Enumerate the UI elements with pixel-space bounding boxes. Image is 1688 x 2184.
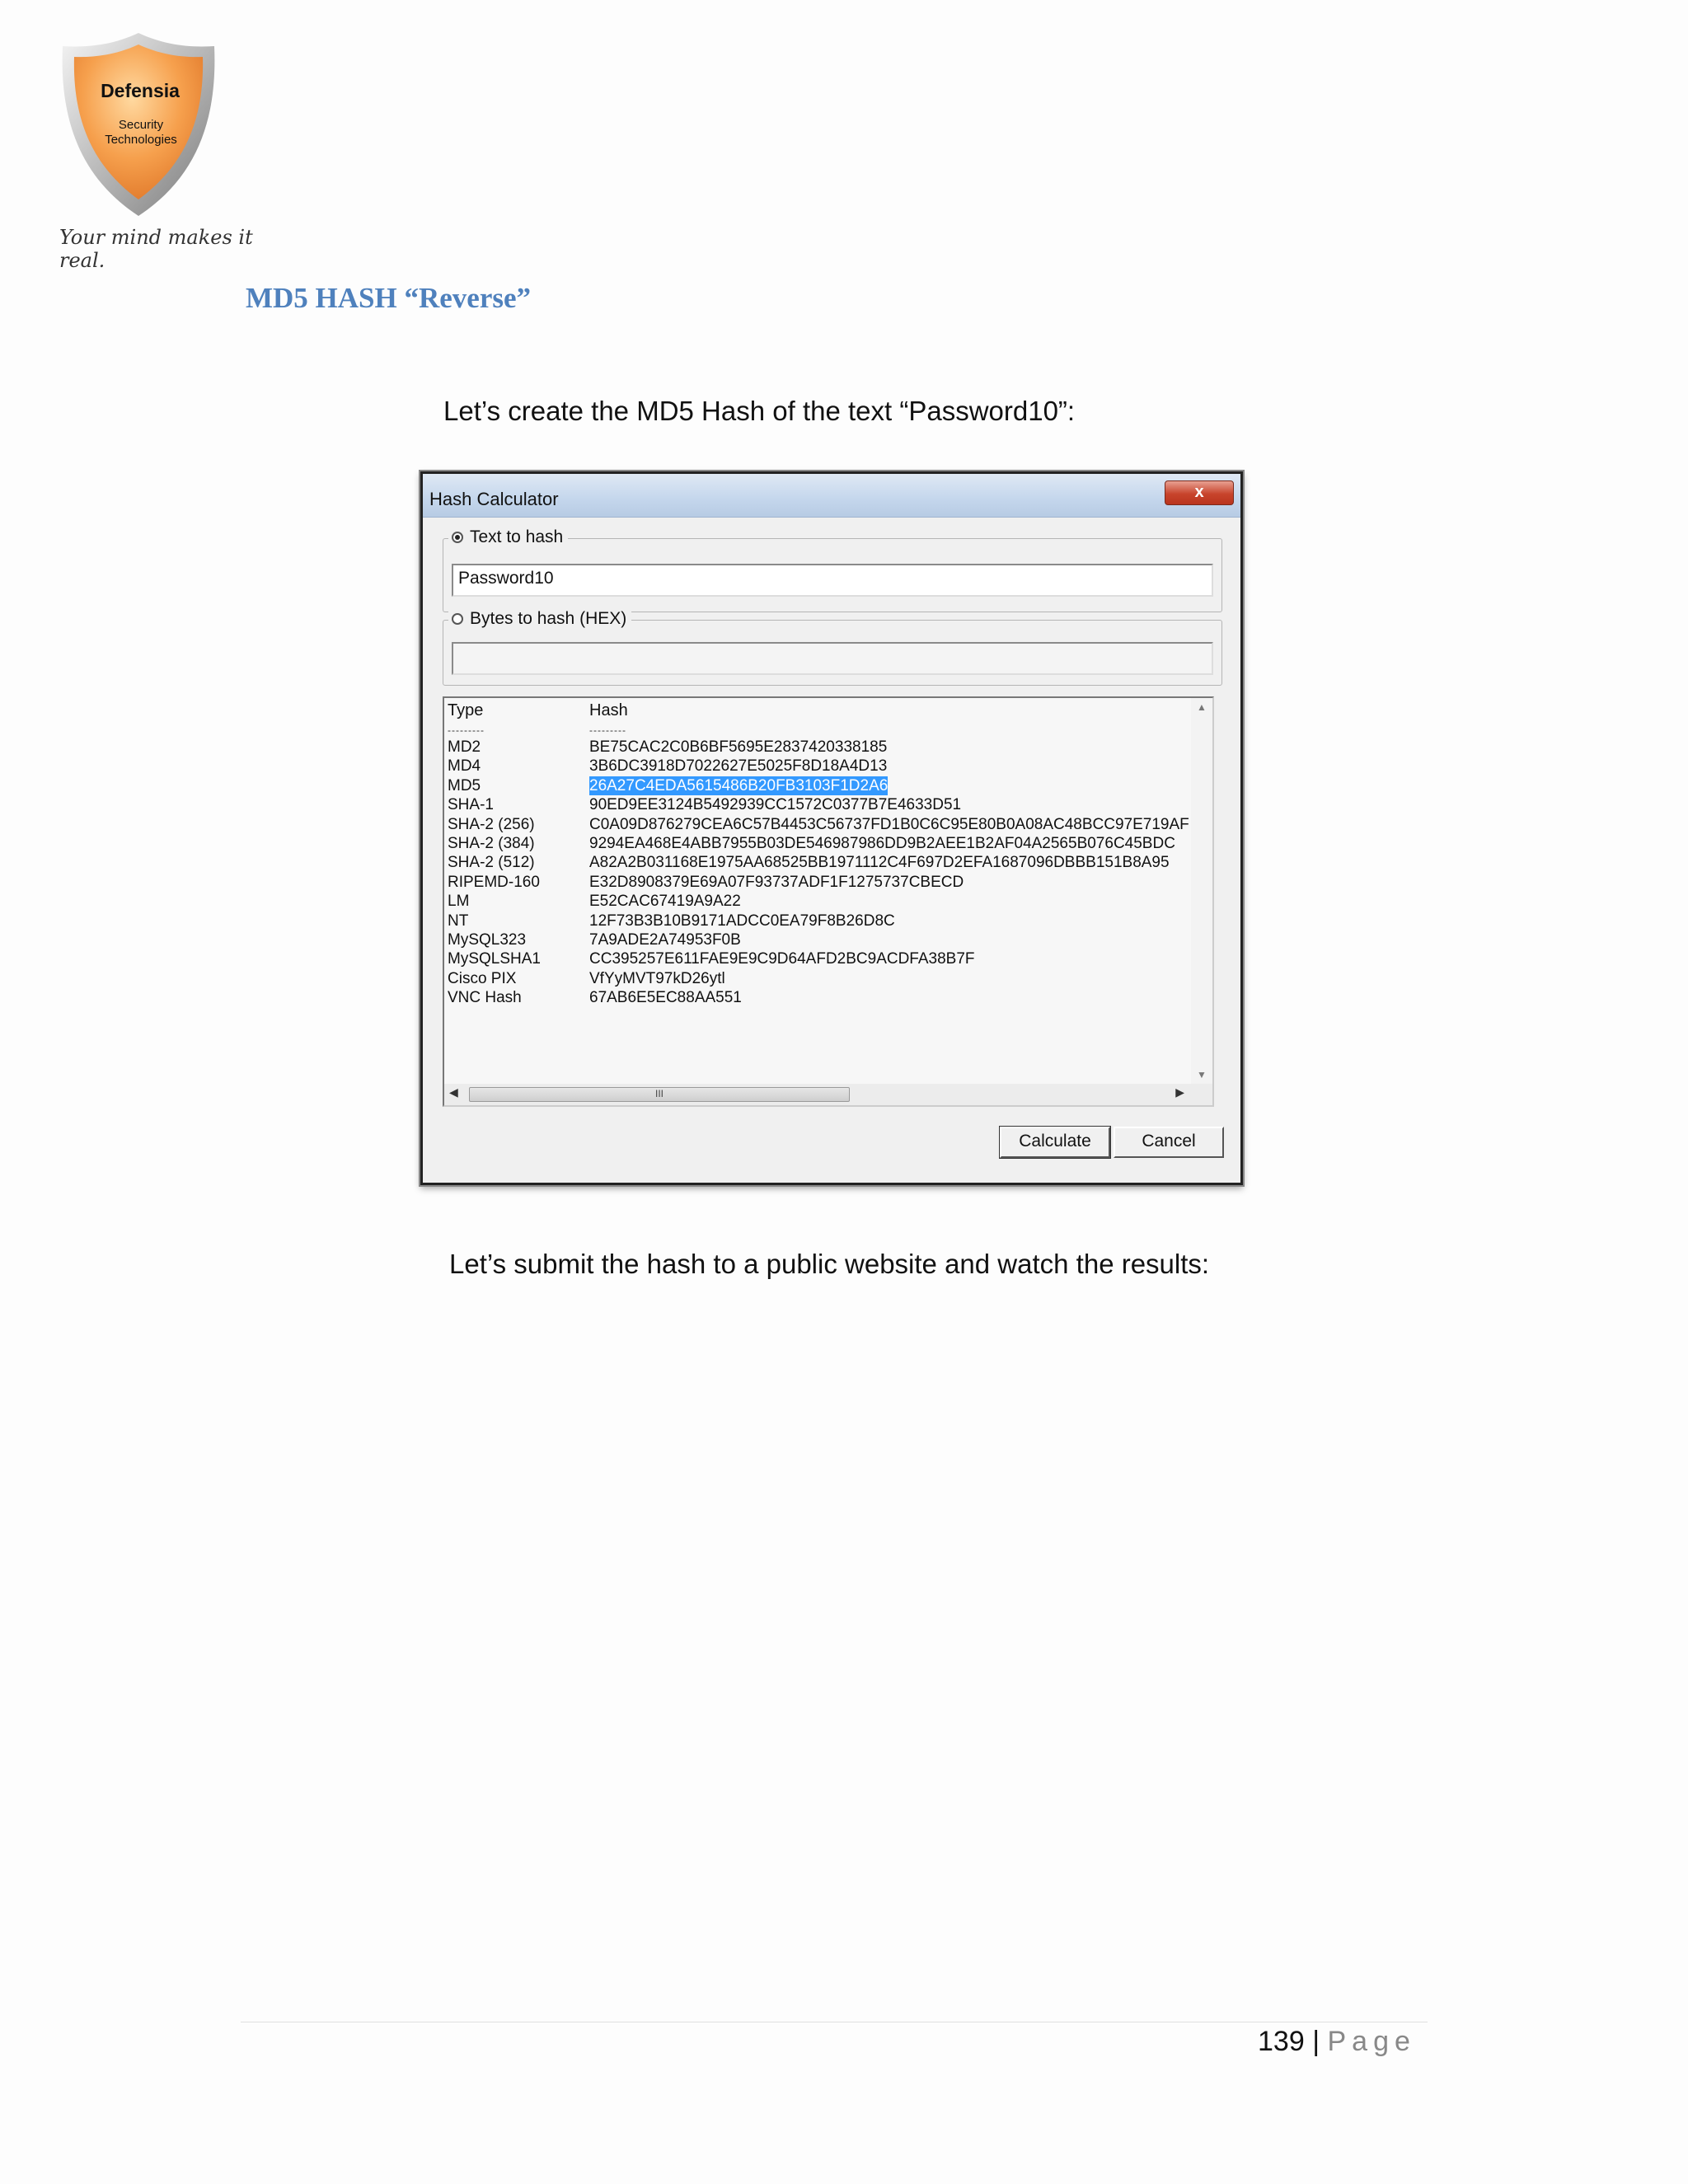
table-row[interactable]: VNC Hash 67AB6E5EC88AA551 — [448, 988, 1188, 1007]
page-number: 139 | Page — [1258, 2026, 1416, 2058]
text-to-hash-option[interactable]: Text to hash — [448, 527, 569, 547]
bytes-to-hash-group: Bytes to hash (HEX) — [443, 609, 1222, 686]
page-number-value: 139 — [1258, 2026, 1305, 2057]
table-row[interactable]: MySQLSHA1 CC395257E611FAE9E9C9D64AFD2BC9A… — [448, 949, 1188, 968]
hash-value-cell[interactable]: A82A2B031168E1975AA68525BB1971112C4F697D… — [589, 853, 1170, 872]
table-row[interactable]: MD2 BE75CAC2C0B6BF5695E2837420338185 — [448, 738, 1188, 757]
hash-type-cell: MySQL323 — [448, 930, 527, 949]
close-icon: x — [1194, 483, 1204, 501]
page-number-separator: | — [1312, 2026, 1320, 2057]
hash-value-cell[interactable]: VfYyMVT97kD26ytl — [589, 969, 725, 988]
hash-type-cell: SHA-2 (256) — [448, 815, 535, 833]
hash-type-cell: MD5 — [448, 776, 481, 794]
separator-type: --------- — [448, 724, 485, 736]
close-button[interactable]: x — [1165, 480, 1234, 505]
text-to-hash-input[interactable]: Password10 — [452, 564, 1213, 597]
hash-calculator-dialog: Hash Calculator x Text to hash Password1… — [420, 471, 1243, 1185]
table-row[interactable]: SHA-2 (512) A82A2B031168E1975AA68525BB197… — [448, 853, 1188, 872]
scroll-right-icon[interactable]: ▶ — [1175, 1085, 1184, 1099]
hash-type-cell: SHA-1 — [448, 796, 494, 814]
hash-type-cell: SHA-2 (512) — [448, 854, 535, 872]
scroll-thumb[interactable]: III — [469, 1087, 850, 1102]
dialog-title: Hash Calculator — [429, 489, 559, 509]
table-row[interactable]: LM E52CAC67419A9A22 — [448, 892, 1188, 911]
page-word: Page — [1327, 2026, 1416, 2057]
hash-type-cell: Cisco PIX — [448, 969, 517, 987]
scroll-up-icon[interactable]: ▲ — [1191, 701, 1212, 713]
table-row[interactable]: SHA-2 (256) C0A09D876279CEA6C57B4453C5673… — [448, 815, 1189, 834]
bytes-to-hash-label: Bytes to hash (HEX) — [470, 609, 627, 628]
hash-type-cell: NT — [448, 912, 469, 930]
hash-value-cell[interactable]: 3B6DC3918D7022627E5025F8D18A4D13 — [589, 757, 887, 776]
cancel-button[interactable]: Cancel — [1114, 1127, 1224, 1158]
company-logo: Defensia Security Technologies Your mind… — [56, 30, 253, 272]
hash-value-cell[interactable]: CC395257E611FAE9E9C9D64AFD2BC9ACDFA38B7F — [589, 949, 975, 968]
column-header-type[interactable]: Type — [448, 701, 483, 720]
hash-value-cell[interactable]: 12F73B3B10B9171ADCC0EA79F8B26D8C — [589, 912, 895, 930]
hash-value-cell[interactable]: E32D8908379E69A07F93737ADF1F1275737CBECD — [589, 873, 964, 892]
vertical-scrollbar[interactable]: ▲ ▼ — [1191, 698, 1212, 1084]
hash-value-cell[interactable]: 26A27C4EDA5615486B20FB3103F1D2A6 — [589, 776, 889, 795]
bytes-to-hash-input[interactable] — [452, 642, 1213, 675]
table-row[interactable]: MD5 26A27C4EDA5615486B20FB3103F1D2A6 — [448, 776, 1188, 795]
hash-value-cell[interactable]: 90ED9EE3124B5492939CC1572C0377B7E4633D51 — [589, 795, 961, 814]
table-row[interactable]: Cisco PIX VfYyMVT97kD26ytl — [448, 969, 1188, 988]
hash-type-cell: LM — [448, 893, 470, 911]
scroll-down-icon[interactable]: ▼ — [1191, 1069, 1212, 1080]
text-to-hash-group: Text to hash Password10 — [443, 527, 1222, 612]
table-row[interactable]: MySQL323 7A9ADE2A74953F0B — [448, 930, 1188, 949]
submit-paragraph: Let’s submit the hash to a public websit… — [449, 1249, 1210, 1279]
logo-sub2: Technologies — [105, 133, 177, 147]
table-row[interactable]: SHA-1 90ED9EE3124B5492939CC1572C0377B7E46… — [448, 795, 1188, 814]
table-row[interactable]: SHA-2 (384) 9294EA468E4ABB7955B03DE546987… — [448, 834, 1188, 853]
hash-value-cell[interactable]: 67AB6E5EC88AA551 — [589, 988, 742, 1007]
hash-value-cell[interactable]: 9294EA468E4ABB7955B03DE546987986DD9B2AEE… — [589, 834, 1175, 853]
table-row[interactable]: RIPEMD-160 E32D8908379E69A07F93737ADF1F12… — [448, 873, 1188, 892]
logo-tagline: Your mind makes it real. — [59, 226, 253, 272]
horizontal-scrollbar[interactable]: ◀ III ▶ — [444, 1084, 1212, 1105]
hash-type-cell: MD2 — [448, 738, 481, 756]
column-header-hash[interactable]: Hash — [589, 701, 628, 720]
text-to-hash-radio[interactable] — [452, 532, 463, 543]
shield-logo-icon: Defensia Security Technologies — [62, 33, 215, 216]
hash-type-cell: MySQLSHA1 — [448, 950, 541, 968]
logo-name: Defensia — [101, 80, 180, 101]
text-to-hash-label: Text to hash — [470, 527, 564, 546]
table-row[interactable]: MD4 3B6DC3918D7022627E5025F8D18A4D13 — [448, 757, 1188, 776]
separator-hash: --------- — [589, 724, 626, 736]
hash-value-cell[interactable]: BE75CAC2C0B6BF5695E2837420338185 — [589, 738, 887, 757]
logo-sub1: Security — [119, 118, 164, 132]
hash-type-cell: MD4 — [448, 757, 481, 776]
hash-type-cell: SHA-2 (384) — [448, 834, 535, 852]
list-header: Type Hash — [448, 701, 1188, 723]
hash-type-cell: VNC Hash — [448, 989, 522, 1007]
list-separator: --------- --------- — [448, 724, 1188, 736]
calculate-button[interactable]: Calculate — [999, 1126, 1111, 1159]
dialog-titlebar[interactable]: Hash Calculator x — [423, 474, 1240, 518]
dialog-client: Text to hash Password10 Bytes to hash (H… — [431, 523, 1232, 1174]
intro-paragraph: Let’s create the MD5 Hash of the text “P… — [443, 396, 1076, 426]
list-rows: MD2 BE75CAC2C0B6BF5695E2837420338185 MD4 3B… — [448, 738, 1189, 1007]
section-heading: MD5 HASH “Reverse” — [246, 282, 532, 314]
hash-value-cell[interactable]: 7A9ADE2A74953F0B — [589, 930, 741, 949]
hash-type-cell: RIPEMD-160 — [448, 873, 540, 891]
hash-results-list[interactable]: Type Hash --------- --------- MD2 BE75CAC… — [443, 696, 1214, 1107]
scroll-left-icon[interactable]: ◀ — [449, 1085, 458, 1099]
bytes-to-hash-radio[interactable] — [452, 613, 463, 625]
hash-value-cell[interactable]: E52CAC67419A9A22 — [589, 892, 741, 911]
hash-value-cell[interactable]: C0A09D876279CEA6C57B4453C56737FD1B0C6C95… — [589, 815, 1189, 834]
bytes-to-hash-option[interactable]: Bytes to hash (HEX) — [448, 609, 632, 629]
table-row[interactable]: NT 12F73B3B10B9171ADCC0EA79F8B26D8C — [448, 912, 1188, 930]
